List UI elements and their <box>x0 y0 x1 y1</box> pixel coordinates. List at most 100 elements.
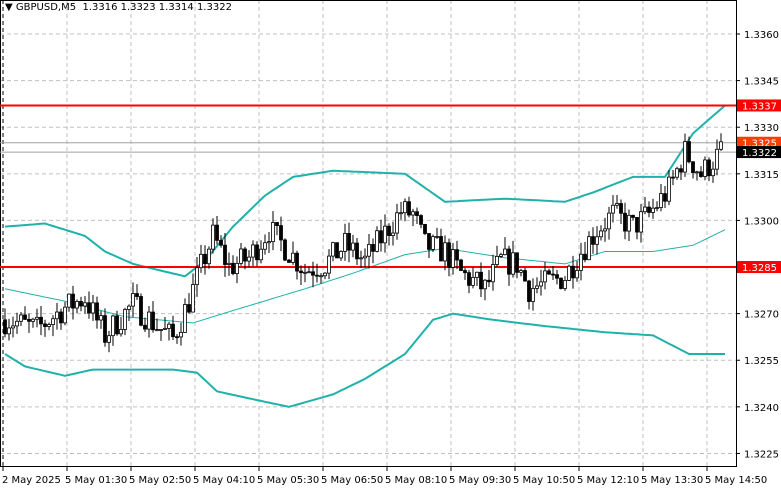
candle-body <box>15 320 19 327</box>
candle-body <box>379 230 383 244</box>
x-tick-label: 5 May 10:50 <box>513 475 575 486</box>
candle-body <box>611 204 615 214</box>
candle-body <box>467 272 471 286</box>
candle-body <box>363 255 367 259</box>
candle-body <box>399 212 403 215</box>
x-tick-label: 5 May 05:30 <box>257 475 319 486</box>
candle-body <box>11 325 15 329</box>
candle-body <box>483 279 487 290</box>
candle-body <box>335 242 339 259</box>
candle-body <box>315 274 319 277</box>
candle-body <box>107 335 111 343</box>
x-tick-label: 5 May 14:50 <box>705 475 767 486</box>
x-tick-label: 5 May 02:50 <box>129 475 191 486</box>
candle-body <box>231 262 235 274</box>
candle-body <box>543 270 547 283</box>
chart-title: ▼ GBPUSD,M5 1.3316 1.3323 1.3314 1.3322 <box>5 2 232 13</box>
candle-body <box>515 252 519 273</box>
candle-body <box>635 217 639 233</box>
candle-body <box>3 319 7 335</box>
candle-body <box>503 248 507 256</box>
candle-body <box>243 248 247 262</box>
candle-body <box>415 211 419 216</box>
candle-body <box>207 248 211 265</box>
candle-body <box>711 168 715 177</box>
candle-body <box>523 270 527 282</box>
candle-body <box>475 271 479 278</box>
candle-body <box>267 241 271 244</box>
candle-body <box>355 242 359 260</box>
x-tick-label: 5 May 06:50 <box>321 475 383 486</box>
candle-body <box>699 171 703 177</box>
bollinger-middle-line <box>4 229 726 324</box>
candle-body <box>63 306 67 324</box>
x-tick-label: 5 May 13:30 <box>641 475 703 486</box>
candle-body <box>103 315 107 343</box>
candle-body <box>123 309 127 330</box>
candle-body <box>551 273 555 276</box>
candle-body <box>47 324 51 327</box>
candle-body <box>95 302 99 321</box>
candle-body <box>387 225 391 237</box>
candle-body <box>99 315 103 321</box>
candle-body <box>511 252 515 275</box>
candle-body <box>519 270 523 273</box>
candle-body <box>579 253 583 271</box>
candle-body <box>691 161 695 173</box>
y-tick-label: 1.3240 <box>744 403 779 414</box>
candle-body <box>707 159 711 177</box>
candle-body <box>51 318 55 325</box>
candle-body <box>7 327 11 335</box>
candle-body <box>527 280 531 302</box>
candle-body <box>171 323 175 338</box>
candle-body <box>671 176 675 179</box>
candle-body <box>675 168 679 178</box>
collapse-triangle-icon[interactable]: ▼ <box>5 2 13 13</box>
candle-body <box>147 311 151 330</box>
price-chart[interactable]: 1.3360 1.3345 1.3330 1.3315 1.3300 1.3270 1.32… <box>0 0 781 489</box>
candle-body <box>587 236 591 261</box>
candle-body <box>499 254 503 257</box>
candle-body <box>55 311 59 320</box>
candle-body <box>683 141 687 173</box>
candle-body <box>603 228 607 232</box>
symbol-label: GBPUSD,M5 <box>15 2 77 13</box>
y-tick-label: 1.3270 <box>744 310 779 321</box>
candle-body <box>111 315 115 337</box>
y-tick-label: 1.3300 <box>744 216 779 227</box>
candle-body <box>575 270 579 279</box>
candle-body <box>559 277 563 289</box>
x-tick-label: 5 May 01:30 <box>65 475 127 486</box>
candle-body <box>347 233 351 251</box>
candle-body <box>119 329 123 335</box>
candle-body <box>75 301 79 309</box>
candle-body <box>651 207 655 213</box>
price-label: 1.3285 <box>742 263 777 274</box>
candle-body <box>535 285 539 289</box>
candle-body <box>443 242 447 262</box>
candle-body <box>427 233 431 250</box>
candle-body <box>283 239 287 261</box>
candle-body <box>423 223 427 234</box>
candle-body <box>655 207 659 209</box>
candle-body <box>167 323 171 329</box>
candle-body <box>591 236 595 245</box>
candle-body <box>375 230 379 252</box>
candle-body <box>43 323 47 327</box>
candle-body <box>191 284 195 313</box>
candle-body <box>271 222 275 243</box>
candle-body <box>607 212 611 230</box>
candle-body <box>303 271 307 274</box>
candle-body <box>143 324 147 330</box>
candle-body <box>215 224 219 241</box>
candle-body <box>479 271 483 290</box>
candle-body <box>331 242 335 257</box>
y-tick-label: 1.3225 <box>744 449 779 460</box>
candle-body <box>259 248 263 261</box>
candle-body <box>631 214 635 218</box>
candle-body <box>27 318 31 322</box>
chart-window[interactable]: 1.3360 1.3345 1.3330 1.3315 1.3300 1.3270 1.32… <box>0 0 781 489</box>
candle-body <box>643 206 647 213</box>
candle-body <box>175 336 179 339</box>
candle-body <box>227 262 231 265</box>
